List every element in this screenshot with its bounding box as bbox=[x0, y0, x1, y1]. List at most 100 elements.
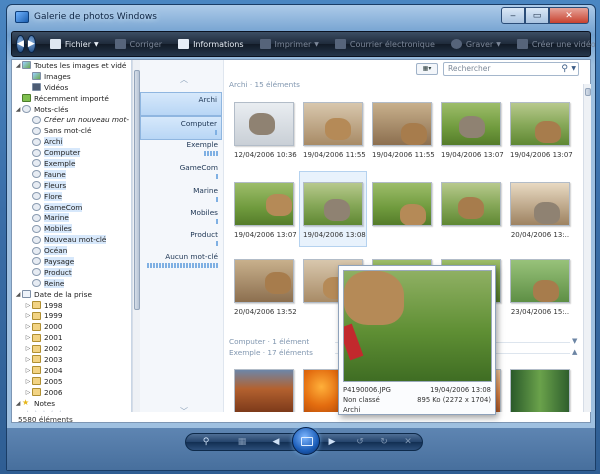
tree-item[interactable]: Faune bbox=[12, 169, 131, 180]
group-header[interactable]: Exemple · 17 éléments bbox=[229, 348, 313, 357]
fit-window-icon[interactable]: ▦ bbox=[235, 436, 249, 448]
tree-twisty-icon[interactable]: ▷ bbox=[24, 345, 32, 352]
tree-twisty-icon[interactable]: ◢ bbox=[14, 400, 22, 407]
tree-item[interactable]: Récemment importé bbox=[12, 93, 131, 104]
tree-item[interactable]: Paysage bbox=[12, 256, 131, 267]
tree-item[interactable]: ▷ 2000 bbox=[12, 321, 131, 332]
tree-twisty-icon[interactable]: ▷ bbox=[24, 334, 32, 341]
rotate-left-icon[interactable]: ↺ bbox=[353, 436, 367, 448]
tree-twisty-icon[interactable]: ▷ bbox=[24, 367, 32, 374]
title-bar[interactable]: Galerie de photos Windows ‒ ▭ ✕ bbox=[7, 5, 595, 29]
thumbnail-item[interactable] bbox=[441, 182, 501, 231]
thumbnail-item[interactable]: 20/04/2006 13:52 bbox=[234, 259, 297, 316]
tree-item[interactable]: ▷ 2006 bbox=[12, 387, 131, 398]
search-icon[interactable]: ⚲ bbox=[561, 63, 568, 75]
view-options-icon[interactable]: ▦▾ bbox=[416, 63, 438, 75]
thumbnail-scroll-thumb[interactable] bbox=[585, 88, 591, 96]
group-header[interactable]: Computer · 1 élément bbox=[229, 337, 309, 346]
expand-group-icon[interactable]: ▼ bbox=[572, 337, 577, 345]
make-movie-button[interactable]: Créer une vidéo bbox=[509, 39, 595, 49]
tree-item[interactable]: ▷ 2002 bbox=[12, 343, 131, 354]
thumbnail-item[interactable]: 19/04/2006 13:07 bbox=[441, 102, 504, 159]
print-button[interactable]: Imprimer ▼ bbox=[252, 39, 327, 49]
tree-item[interactable]: Fleurs bbox=[12, 180, 131, 191]
tree-item[interactable]: ▷ 2001 bbox=[12, 332, 131, 343]
tree-twisty-icon[interactable]: ▷ bbox=[24, 302, 32, 309]
chevron-up-icon[interactable]: ︿ bbox=[180, 74, 188, 85]
back-button[interactable]: ◀ bbox=[16, 35, 25, 53]
tree-item[interactable]: ▷ 1999 bbox=[12, 310, 131, 321]
tree-twisty-icon[interactable]: ▷ bbox=[24, 389, 32, 396]
thumbnail-item[interactable]: 20/04/2006 13:.. bbox=[510, 182, 570, 239]
tree-item[interactable]: ▷ 1998 bbox=[12, 300, 131, 311]
zoom-icon[interactable]: ⚲ bbox=[199, 436, 213, 448]
burn-button[interactable]: Graver ▼ bbox=[443, 39, 509, 49]
thumbnail-item[interactable]: 19/04/2006 11:55 bbox=[303, 102, 366, 159]
thumbnail-item[interactable] bbox=[510, 369, 570, 412]
file-menu-button[interactable]: Fichier ▼ bbox=[42, 39, 107, 49]
thumbnail-item[interactable] bbox=[372, 182, 432, 231]
tree-item[interactable]: Mobiles bbox=[12, 223, 131, 234]
tree-twisty-icon[interactable]: ▷ bbox=[24, 356, 32, 363]
tree-item[interactable]: ▷ 2004 bbox=[12, 365, 131, 376]
tag-filter-item[interactable]: Aucun mot-clé bbox=[140, 250, 222, 270]
tag-filter-item[interactable]: Marine bbox=[140, 184, 222, 204]
thumbnail-item[interactable]: 19/04/2006 13:07 bbox=[510, 102, 573, 159]
rotate-right-icon[interactable]: ↻ bbox=[377, 436, 391, 448]
email-button[interactable]: Courrier électronique bbox=[327, 39, 443, 49]
tree-item[interactable]: ◢ Date de la prise bbox=[12, 289, 131, 300]
tree-item[interactable]: Créer un nouveau mot- bbox=[12, 114, 131, 125]
thumbnail-item[interactable]: 19/04/2006 11:55 bbox=[372, 102, 435, 159]
tree-item[interactable]: GameCom bbox=[12, 202, 131, 213]
tree-item[interactable]: Computer bbox=[12, 147, 131, 158]
tree-item[interactable]: Nouveau mot-clé bbox=[12, 234, 131, 245]
forward-button[interactable]: ▶ bbox=[26, 35, 36, 53]
tree-twisty-icon[interactable]: ▷ bbox=[24, 312, 32, 319]
thumbnail-item[interactable] bbox=[234, 369, 294, 412]
chevron-down-icon[interactable]: ▼ bbox=[571, 63, 576, 75]
thumbnail-item[interactable]: 19/04/2006 13:08 bbox=[303, 182, 366, 239]
tree-item[interactable]: Vidéos bbox=[12, 82, 131, 93]
fix-button[interactable]: Corriger bbox=[107, 39, 170, 49]
slideshow-button[interactable] bbox=[292, 427, 320, 455]
tree-item[interactable]: ▷ 2003 bbox=[12, 354, 131, 365]
navigation-scrollbar[interactable] bbox=[132, 60, 140, 412]
tree-item[interactable]: Sans mot-clé bbox=[12, 125, 131, 136]
tree-item[interactable]: Reine bbox=[12, 278, 131, 289]
tree-item[interactable]: ▷ 2005 bbox=[12, 376, 131, 387]
tree-twisty-icon[interactable]: ◢ bbox=[14, 62, 22, 69]
chevron-down-icon[interactable]: ﹀ bbox=[180, 406, 188, 417]
rating-filter-stars[interactable]: ☆☆☆☆☆ bbox=[12, 409, 131, 412]
tree-item[interactable]: Marine bbox=[12, 212, 131, 223]
previous-icon[interactable]: ◀ bbox=[269, 436, 283, 448]
tree-item[interactable]: Flore bbox=[12, 191, 131, 202]
tree-item[interactable]: Océan bbox=[12, 245, 131, 256]
collapse-group-icon[interactable]: ▲ bbox=[572, 348, 577, 356]
tree-item[interactable]: Archi bbox=[12, 136, 131, 147]
info-button[interactable]: Informations bbox=[170, 39, 251, 49]
close-button[interactable]: ✕ bbox=[549, 7, 589, 24]
next-icon[interactable]: ▶ bbox=[325, 436, 339, 448]
tag-filter-item[interactable]: Product bbox=[140, 228, 222, 248]
delete-icon[interactable]: ✕ bbox=[401, 436, 415, 448]
tag-filter-item[interactable]: Computer bbox=[140, 116, 222, 140]
tag-filter-item[interactable]: Archi bbox=[140, 92, 222, 116]
tag-filter-item[interactable]: GameCom bbox=[140, 161, 222, 181]
tree-item[interactable]: Product bbox=[12, 267, 131, 278]
thumbnail-item[interactable]: 19/04/2006 13:07 bbox=[234, 182, 297, 239]
thumbnail-item[interactable]: 12/04/2006 10:36 bbox=[234, 102, 297, 159]
tree-item[interactable]: ◢ ★ Notes bbox=[12, 398, 131, 409]
tree-item[interactable]: Exemple bbox=[12, 158, 131, 169]
tag-filter-item[interactable]: Mobiles bbox=[140, 206, 222, 226]
group-header[interactable]: Archi · 15 éléments bbox=[229, 80, 300, 89]
thumbnail-scrollbar[interactable] bbox=[583, 84, 591, 412]
tree-twisty-icon[interactable]: ◢ bbox=[14, 291, 22, 298]
tree-twisty-icon[interactable]: ▷ bbox=[24, 323, 32, 330]
minimize-button[interactable]: ‒ bbox=[501, 7, 525, 24]
tree-item[interactable]: ◢ Mots-clés bbox=[12, 104, 131, 115]
tag-filter-item[interactable]: Exemple bbox=[140, 138, 222, 158]
maximize-button[interactable]: ▭ bbox=[525, 7, 549, 24]
tree-twisty-icon[interactable]: ◢ bbox=[14, 106, 22, 113]
tree-item[interactable]: Images bbox=[12, 71, 131, 82]
tree-item[interactable]: ◢ Toutes les images et vidé bbox=[12, 60, 131, 71]
